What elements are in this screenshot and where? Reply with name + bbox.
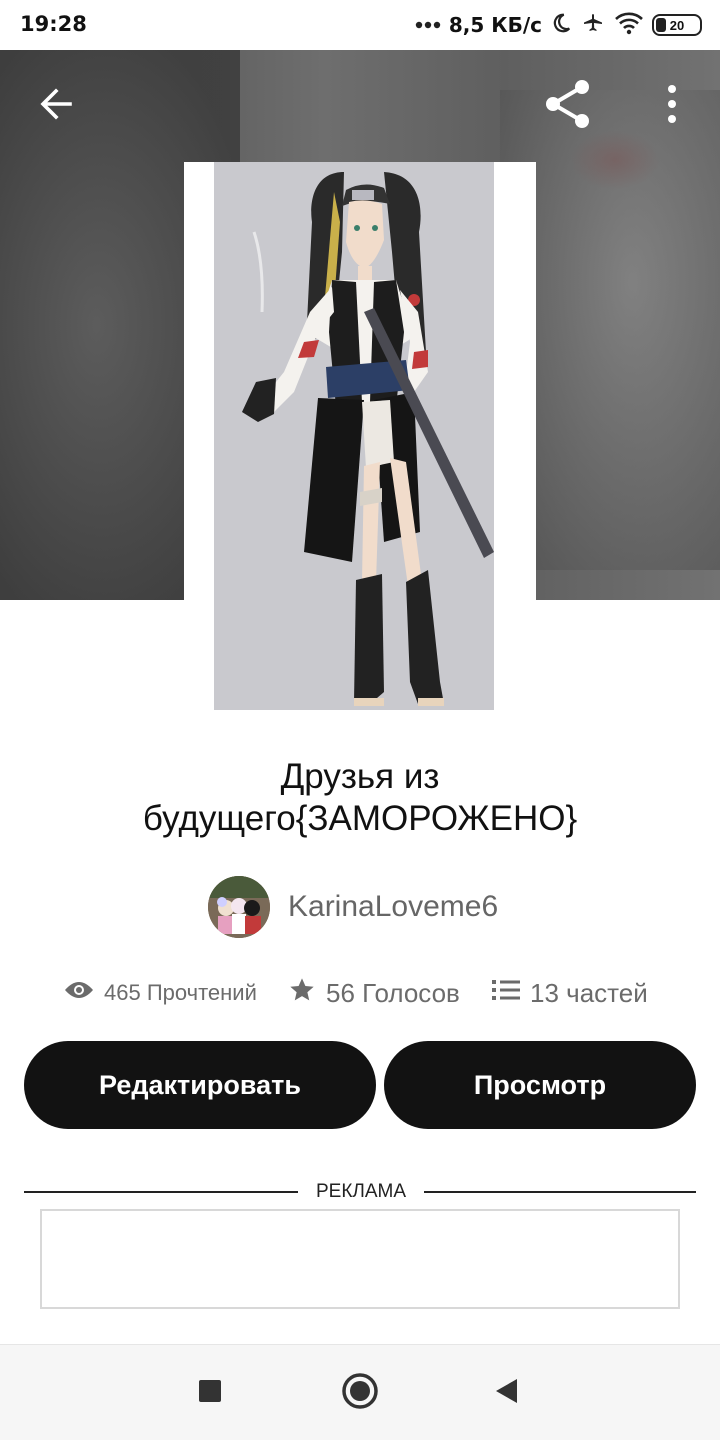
eye-icon bbox=[64, 980, 104, 1006]
airplane-icon bbox=[580, 11, 606, 40]
network-speed: 8,5 КБ/с bbox=[448, 13, 542, 37]
back-button[interactable] bbox=[28, 78, 84, 134]
story-stats: 465 Прочтений 56 Голосов 13 частей bbox=[0, 970, 720, 1016]
parts-stat: 13 частей bbox=[492, 970, 648, 1016]
divider bbox=[24, 1191, 298, 1193]
home-button[interactable] bbox=[336, 1369, 384, 1417]
wifi-icon bbox=[614, 11, 644, 40]
avatar bbox=[208, 876, 270, 938]
ad-label: РЕКЛАМА bbox=[315, 1181, 407, 1202]
battery-level: 20 bbox=[669, 17, 685, 33]
arrow-left-icon bbox=[36, 84, 76, 129]
system-nav-bar bbox=[0, 1344, 720, 1440]
battery-icon: 20 bbox=[652, 14, 702, 36]
edit-button[interactable]: Редактировать bbox=[24, 1041, 376, 1129]
circle-icon bbox=[341, 1372, 379, 1415]
more-options-button[interactable] bbox=[644, 78, 700, 134]
moon-icon bbox=[550, 12, 572, 39]
dots-icon bbox=[415, 16, 441, 34]
status-icons: 8,5 КБ/с 20 bbox=[415, 10, 702, 40]
reads-stat: 465 Прочтений bbox=[64, 970, 257, 1016]
status-bar: 19:28 8,5 КБ/с 20 bbox=[0, 0, 720, 50]
triangle-back-icon bbox=[493, 1377, 519, 1410]
votes-stat: 56 Голосов bbox=[288, 970, 460, 1016]
story-title: Друзья из будущего{ЗАМОРОЖЕНО} bbox=[142, 757, 578, 838]
author-link[interactable]: KarinaLoveme6 bbox=[208, 876, 498, 938]
share-button[interactable] bbox=[540, 78, 596, 134]
ad-header: РЕКЛАМА bbox=[24, 1178, 696, 1206]
square-icon bbox=[198, 1379, 222, 1408]
system-back-button[interactable] bbox=[482, 1369, 530, 1417]
votes-count: 56 Голосов bbox=[326, 977, 460, 1008]
divider bbox=[424, 1191, 696, 1193]
ad-slot[interactable] bbox=[40, 1209, 680, 1309]
share-icon bbox=[542, 78, 594, 135]
parts-count: 13 частей bbox=[530, 977, 648, 1008]
star-icon bbox=[288, 976, 326, 1011]
author-name: KarinaLoveme6 bbox=[288, 890, 499, 923]
cover-illustration bbox=[214, 162, 494, 710]
more-vertical-icon bbox=[666, 84, 678, 129]
list-icon bbox=[492, 978, 530, 1009]
status-time: 19:28 bbox=[20, 12, 87, 36]
reads-count: 465 Прочтений bbox=[104, 980, 257, 1005]
view-button[interactable]: Просмотр bbox=[384, 1041, 696, 1129]
recent-apps-button[interactable] bbox=[186, 1369, 234, 1417]
story-cover[interactable] bbox=[184, 162, 536, 712]
